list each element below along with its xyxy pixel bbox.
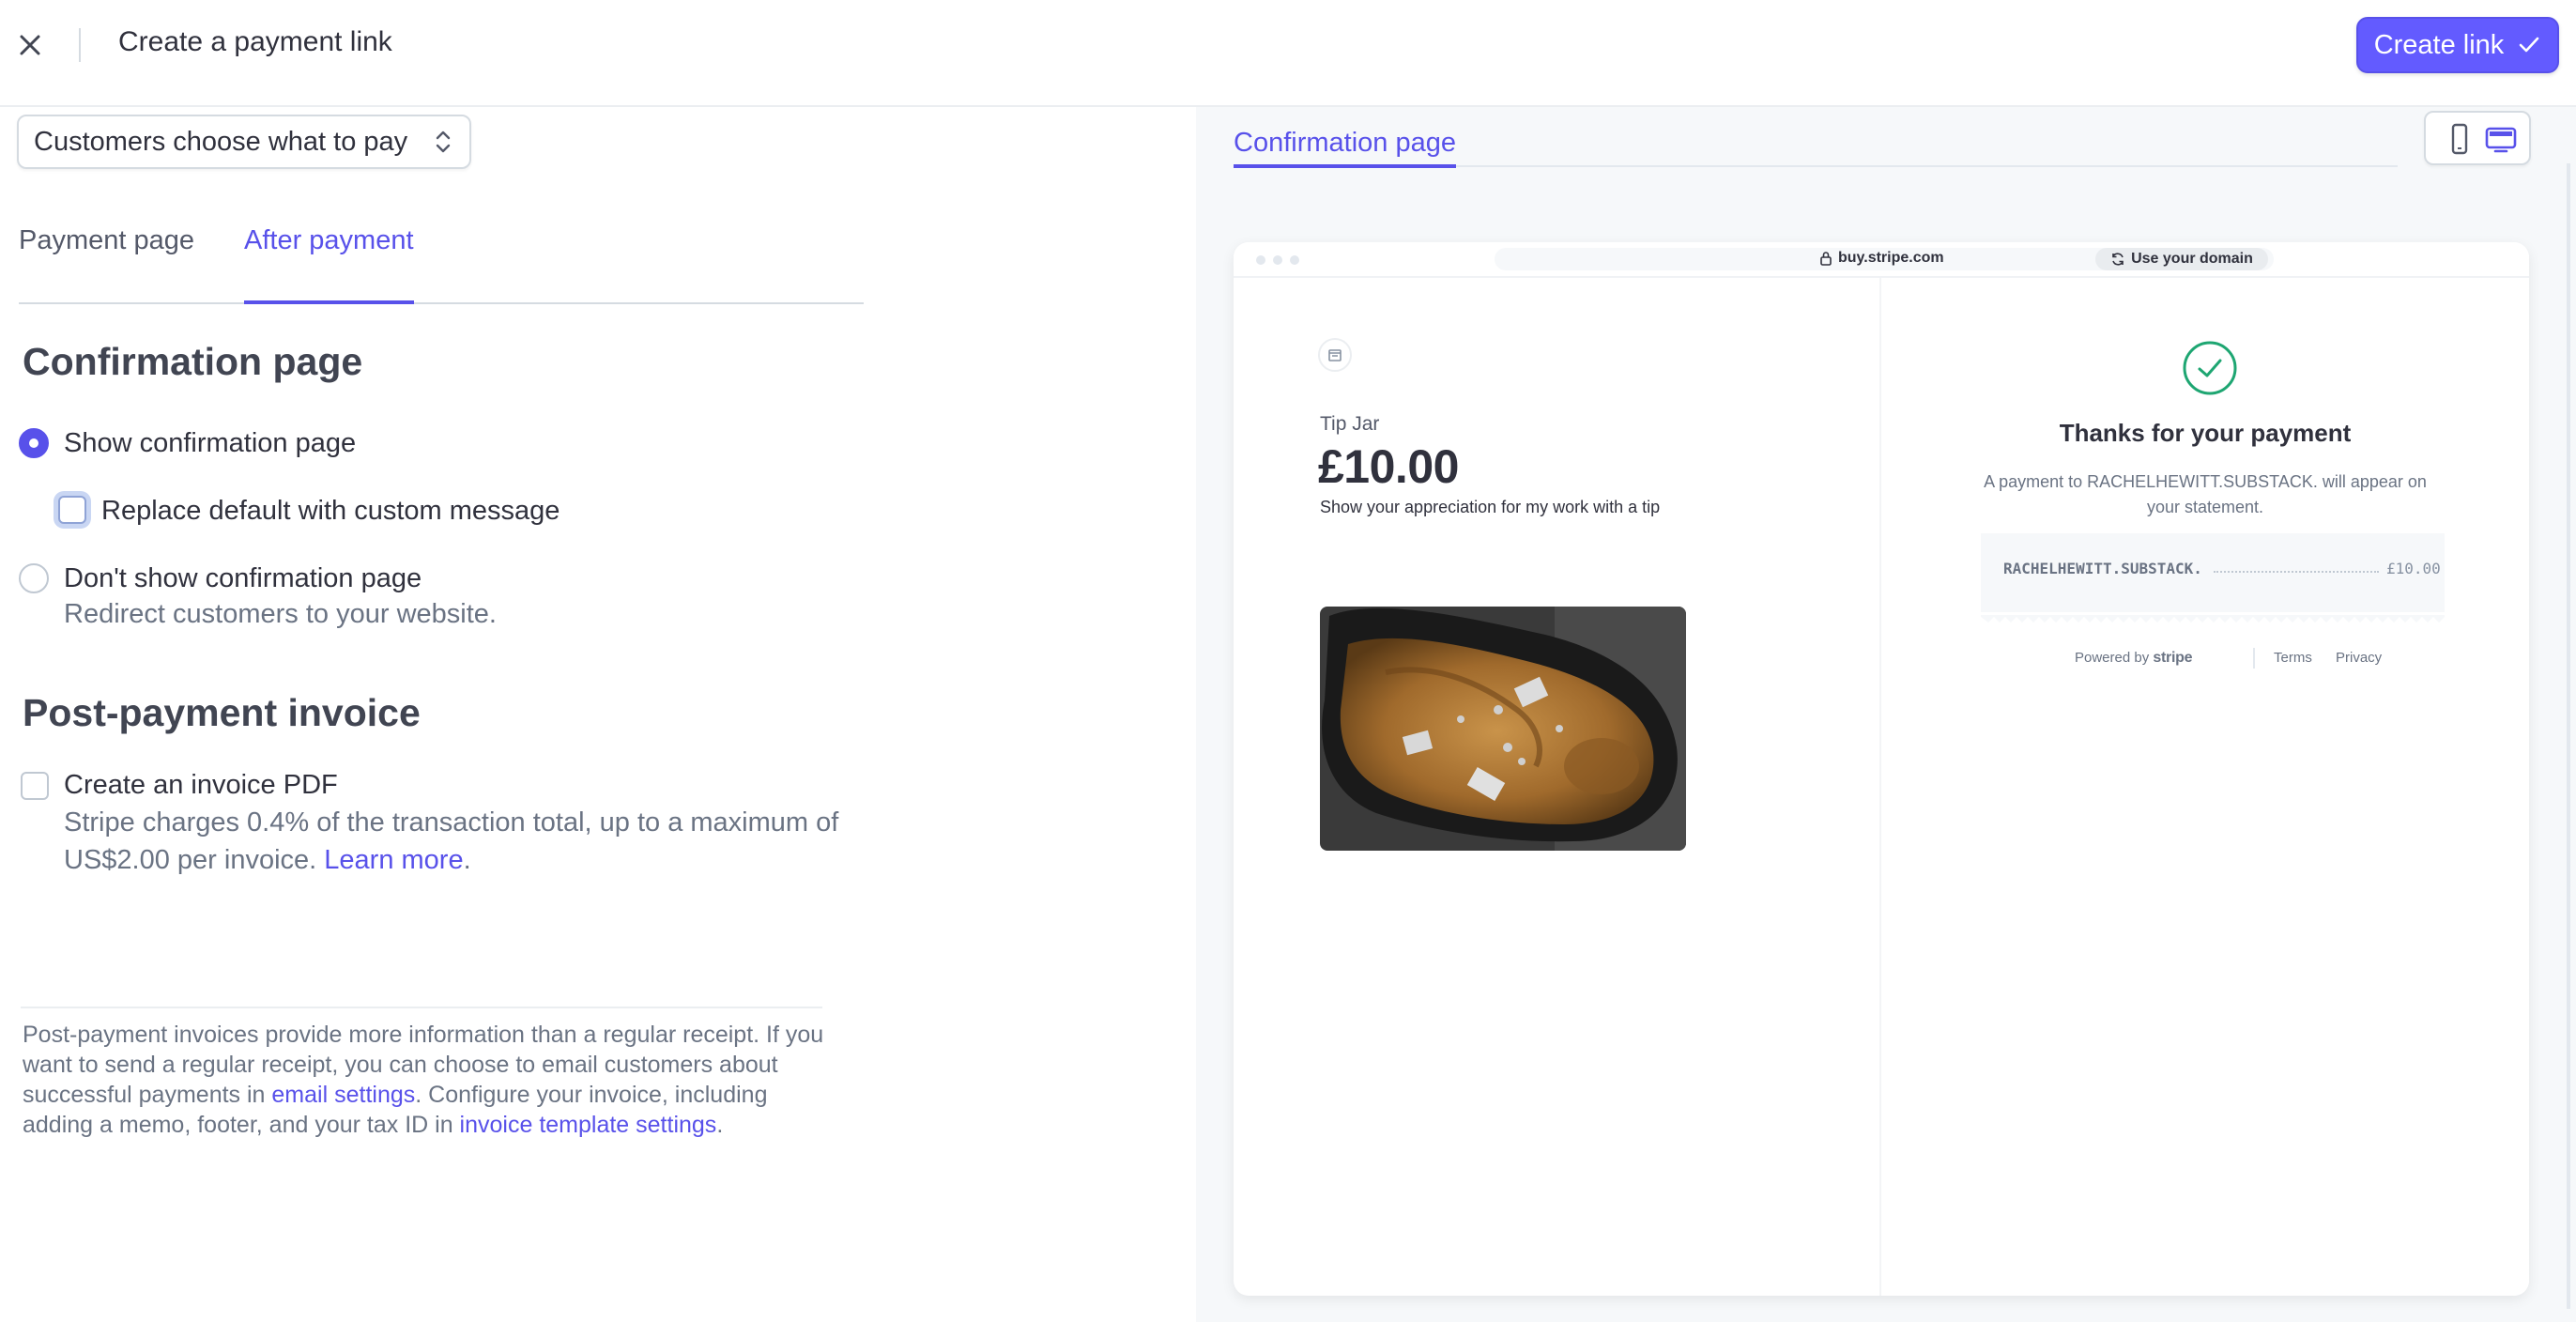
- replace-default-checkbox[interactable]: [58, 496, 86, 524]
- tab-after-payment[interactable]: After payment: [244, 220, 414, 304]
- product-image: [1320, 607, 1686, 851]
- dont-show-confirmation-label: Don't show confirmation page: [64, 563, 422, 593]
- receipt-summary: RACHELHEWITT.SUBSTACK. £10.00: [1981, 533, 2445, 612]
- privacy-link[interactable]: Privacy: [2336, 650, 2382, 666]
- check-icon: [2520, 37, 2539, 53]
- device-toggle: [2424, 111, 2531, 165]
- tab-payment-page[interactable]: Payment page: [19, 220, 194, 304]
- browser-bar: buy.stripe.com Use your domain: [1234, 242, 2529, 278]
- header-divider: [79, 28, 81, 62]
- url-text: buy.stripe.com: [1838, 250, 1944, 266]
- product-name: Tip Jar: [1320, 413, 1380, 435]
- confirmation-heading: Confirmation page: [23, 340, 363, 383]
- create-link-label: Create link: [2373, 29, 2505, 60]
- footer-divider: [2253, 648, 2255, 669]
- settings-tabs: Payment page After payment: [19, 220, 864, 304]
- shop-icon: [1318, 338, 1352, 372]
- price-type-value: Customers choose what to pay: [34, 126, 408, 157]
- tab-confirmation-preview[interactable]: Confirmation page: [1234, 128, 1456, 168]
- redirect-description: Redirect customers to your website.: [64, 599, 497, 629]
- use-your-domain-button[interactable]: Use your domain: [2095, 248, 2268, 270]
- stripe-logo: stripe: [2153, 650, 2193, 666]
- desktop-view-icon[interactable]: [2484, 122, 2518, 156]
- window-dot: [1273, 255, 1282, 265]
- powered-by-label: Powered by: [2075, 650, 2150, 666]
- mobile-view-icon[interactable]: [2443, 122, 2476, 156]
- use-domain-label: Use your domain: [2131, 251, 2253, 267]
- invoice-template-settings-link[interactable]: invoice template settings: [460, 1112, 717, 1138]
- chevron-updown-icon: [436, 131, 451, 153]
- create-link-button[interactable]: Create link: [2356, 17, 2559, 73]
- invoice-heading: Post-payment invoice: [23, 691, 421, 734]
- create-invoice-checkbox[interactable]: [21, 772, 49, 800]
- top-bar: Create a payment link Create link: [0, 0, 2576, 107]
- receipt-amount: £10.00: [2386, 560, 2441, 577]
- note-text-3: .: [716, 1112, 724, 1138]
- preview-panel: Confirmation page buy.stripe.com Use you…: [1196, 107, 2576, 1322]
- invoice-note: Post-payment invoices provide more infor…: [23, 1020, 830, 1140]
- url-display: buy.stripe.com: [1819, 250, 1944, 267]
- email-settings-link[interactable]: email settings: [271, 1082, 415, 1108]
- powered-by-stripe[interactable]: Powered by stripe: [2075, 650, 2192, 667]
- lock-icon: [1820, 252, 1832, 266]
- show-confirmation-label: Show confirmation page: [64, 428, 357, 458]
- invoice-period: .: [463, 845, 471, 875]
- preview-scrollbar[interactable]: [2567, 163, 2570, 1309]
- dont-show-confirmation-radio[interactable]: [19, 563, 49, 593]
- thanks-title: Thanks for your payment: [2059, 419, 2352, 447]
- page-title: Create a payment link: [118, 26, 392, 57]
- price-type-select[interactable]: Customers choose what to pay: [17, 115, 471, 169]
- success-check-icon: [2182, 340, 2238, 396]
- replace-default-label: Replace default with custom message: [101, 496, 560, 526]
- window-dot: [1290, 255, 1299, 265]
- show-confirmation-radio[interactable]: [19, 428, 49, 458]
- refresh-icon: [2112, 253, 2124, 266]
- product-description: Show your appreciation for my work with …: [1320, 498, 1661, 516]
- receipt-torn-edge: [1981, 612, 2445, 623]
- thanks-description: A payment to RACHELHEWITT.SUBSTACK. will…: [1984, 472, 2427, 516]
- create-invoice-label: Create an invoice PDF: [64, 770, 338, 800]
- window-dot: [1256, 255, 1265, 265]
- section-divider: [21, 1007, 822, 1008]
- checkout-preview-window: buy.stripe.com Use your domain Tip Jar £…: [1234, 242, 2529, 1296]
- receipt-leader: [2214, 571, 2379, 573]
- invoice-description: Stripe charges 0.4% of the transaction t…: [64, 804, 843, 879]
- close-icon[interactable]: [13, 28, 47, 62]
- receipt-merchant: RACHELHEWITT.SUBSTACK.: [2003, 560, 2202, 577]
- settings-panel: Customers choose what to pay Payment pag…: [0, 107, 1196, 1322]
- product-price: £10.00: [1318, 440, 1459, 493]
- terms-link[interactable]: Terms: [2274, 650, 2312, 666]
- learn-more-link[interactable]: Learn more: [324, 845, 463, 875]
